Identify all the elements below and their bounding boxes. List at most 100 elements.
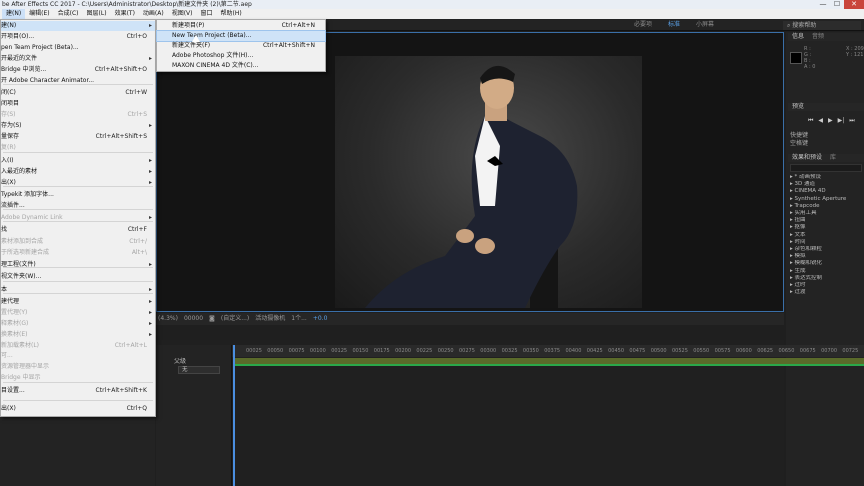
file-menu-item[interactable]: 建(N) ▸ [1,21,155,31]
exposure-value[interactable]: +0.0 [313,313,328,325]
resolution-select[interactable]: (自定义...) [221,313,249,325]
workspace-essentials[interactable]: 必要项 [626,19,660,31]
file-menu-item[interactable]: 找 Ctrl+F [1,225,155,235]
file-menu-item[interactable]: Typekit 添加字体... [1,190,155,200]
menu-help[interactable]: 帮助(H) [217,9,246,19]
chevron-right-icon: ▸ [148,168,152,175]
menu-item-label: 出(X) [1,179,16,186]
menu-composition[interactable]: 合成(C) [54,9,83,19]
tab-effects-presets[interactable]: 效果和预设 [792,154,822,162]
playhead[interactable] [233,345,235,486]
list-item[interactable]: ▸ * 动画预设 [790,174,864,181]
menu-effect[interactable]: 效果(T) [111,9,139,19]
file-menu-item[interactable]: 流插件... [1,201,155,211]
tab-libraries[interactable]: 库 [830,154,836,162]
list-item[interactable]: ▸ Trapcode [790,203,864,210]
file-menu-item[interactable]: 视文件夹(W)... [1,272,155,282]
file-menu-item[interactable]: 换素材(E) ▸ [1,330,155,340]
time-ruler[interactable]: 00025 00050 00075 00100 00125 00150 00175 00200… [232,345,864,357]
file-menu-item[interactable]: 理工程(文件) ▸ [1,260,155,270]
last-frame-icon[interactable]: ⏭ [849,117,854,125]
list-item[interactable]: ▸ 模拟 [790,253,864,260]
new-submenu: 新建项目(P) Ctrl+Alt+N New Team Project (Beta… [156,19,326,72]
file-menu-item[interactable]: 出(X) ▸ [1,178,155,188]
menu-item-shortcut: Ctrl+/ [129,238,147,245]
list-item[interactable]: ▸ Synthetic Aperture [790,196,864,203]
maximize-button[interactable]: ☐ [830,0,844,9]
prev-frame-icon[interactable]: ◀ [818,117,823,125]
minimize-button[interactable]: — [816,0,830,9]
list-item[interactable]: ▸ 过时 [790,282,864,289]
list-item[interactable]: ▸ 杂色和颗粒 [790,246,864,253]
list-item[interactable]: ▸ 时间 [790,239,864,246]
menu-bar: 建(N) 编辑(E) 合成(C) 图层(L) 效果(T) 动画(A) 视图(V)… [0,9,864,19]
file-menu-item[interactable]: 于所选项新建合成 Alt+\ [1,248,155,258]
camera-icon[interactable]: ◙ [209,313,215,325]
file-menu-item[interactable]: 存(S) Ctrl+S [1,110,155,120]
file-menu-item[interactable]: 释素材(G) ▸ [1,319,155,329]
search-help-input[interactable]: ⌕ 搜索帮助 [783,21,861,30]
menu-item-label: 换素材(E) [1,331,28,338]
file-menu-item[interactable]: 开项目(O)... Ctrl+O [1,32,155,42]
file-menu-item[interactable]: 开 Adobe Character Animator... [1,76,155,86]
menu-file[interactable]: 建(N) [2,9,26,19]
file-menu-item[interactable]: 存为(S) ▸ [1,121,155,131]
menu-item-new-team-project[interactable]: New Team Project (Beta)... [156,30,326,42]
file-menu-item[interactable]: Adobe Dynamic Link ▸ [1,213,155,223]
zoom-level[interactable]: (4.3%) [158,313,178,325]
workspace-standard[interactable]: 标准 [660,19,688,31]
file-menu-item[interactable]: 入(I) ▸ [1,156,155,166]
file-menu-item[interactable]: 复(R) [1,143,155,153]
file-menu-item[interactable]: 建代理 ▸ [1,297,155,307]
file-menu-item[interactable]: pen Team Project (Beta)... [1,43,155,53]
menu-animation[interactable]: 动画(A) [139,9,168,19]
next-frame-icon[interactable]: ▶| [838,117,845,125]
file-menu-item[interactable]: 出(X) Ctrl+Q [1,404,155,414]
list-item[interactable]: ▸ 扭曲 [790,217,864,224]
menu-item-photoshop-file[interactable]: Adobe Photoshop 文件(H)... [157,51,325,61]
tab-audio[interactable]: 音频 [812,33,824,41]
list-item[interactable]: ▸ 模糊和锐化 [790,260,864,267]
file-menu-item[interactable]: 可... [1,351,155,361]
file-menu-item[interactable]: 资源管理器中显示 [1,362,155,372]
file-menu-item[interactable]: 量保存 Ctrl+Alt+Shift+S [1,132,155,142]
parent-select[interactable]: 无 [178,366,220,374]
list-item[interactable]: ▸ 生成 [790,268,864,275]
menu-edit[interactable]: 编辑(E) [25,9,53,19]
file-menu-item[interactable]: 开最近的文件 ▸ [1,54,155,64]
list-item[interactable]: ▸ 实用工具 [790,210,864,217]
list-item[interactable]: ▸ 文本 [790,232,864,239]
list-item[interactable]: ▸ 抠像 [790,224,864,231]
file-menu-item[interactable]: 本 ▸ [1,285,155,295]
list-item[interactable]: ▸ 表达式控制 [790,275,864,282]
effects-search-input[interactable] [790,164,862,172]
menu-view[interactable]: 视图(V) [168,9,197,19]
list-item[interactable]: ▸ 3D 通道 [790,181,864,188]
close-button[interactable]: ✕ [844,0,864,9]
menu-layer[interactable]: 图层(L) [83,9,111,19]
menu-item-new-project[interactable]: 新建项目(P) Ctrl+Alt+N [157,21,325,31]
file-menu-item[interactable]: 闭项目 [1,99,155,109]
file-menu-item[interactable]: 闭(C) Ctrl+W [1,88,155,98]
first-frame-icon[interactable]: ⏮ [808,117,813,125]
play-icon[interactable]: ▶ [828,117,833,125]
list-item[interactable]: ▸ CINEMA 4D [790,188,864,195]
ruler-tick-label: 00025 [246,348,262,354]
file-menu-item[interactable]: Bridge 中显示 [1,373,155,383]
list-item[interactable]: ▸ 过渡 [790,289,864,296]
shortcut-select[interactable]: 空格键 [790,140,808,148]
active-camera-select[interactable]: 活动摄像机 [255,313,285,325]
menu-item-new-folder[interactable]: 新建文件夹(F) Ctrl+Alt+Shift+N [157,41,325,51]
file-menu-item[interactable]: Bridge 中浏览... Ctrl+Alt+Shift+O [1,65,155,75]
file-menu-item[interactable]: 目设置... Ctrl+Alt+Shift+K [1,386,155,396]
current-time[interactable]: 00000 [184,313,203,325]
file-menu-item[interactable]: 置代理(Y) ▸ [1,308,155,318]
menu-window[interactable]: 窗口 [197,9,217,19]
file-menu-item[interactable]: 新加载素材(L) Ctrl+Alt+L [1,341,155,351]
file-menu-item[interactable]: 素材添加到合成 Ctrl+/ [1,237,155,247]
menu-item-cinema4d-file[interactable]: MAXON CINEMA 4D 文件(C)... [157,61,325,71]
views-select[interactable]: 1个... [291,313,307,325]
file-menu-item[interactable]: 入最近的素材 ▸ [1,167,155,177]
workspace-small-screen[interactable]: 小屏幕 [688,19,722,31]
tab-info[interactable]: 信息 [792,33,804,41]
